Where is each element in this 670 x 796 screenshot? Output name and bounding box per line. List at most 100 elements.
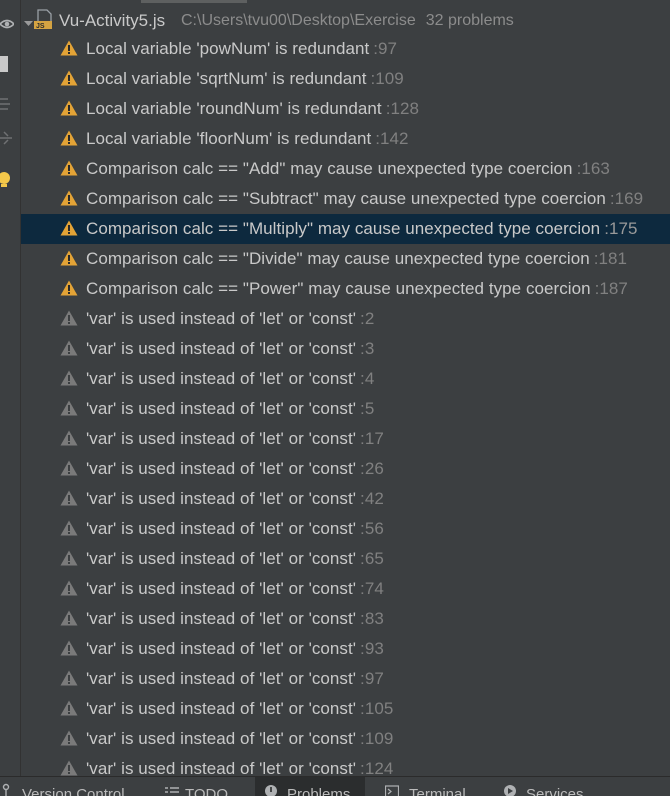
problem-text: Local variable 'powNum' is redundant: [86, 39, 370, 58]
tool-window-tabs: Version Control TODO Problems Terminal S…: [0, 776, 670, 796]
problem-message: 'var' is used instead of 'let' or 'const…: [86, 669, 384, 689]
problem-text: 'var' is used instead of 'let' or 'const…: [86, 699, 357, 718]
tab-version-control[interactable]: Version Control: [2, 777, 152, 796]
line-number: :2: [360, 309, 375, 328]
line-number: :5: [360, 399, 375, 418]
line-number: :93: [360, 639, 384, 658]
problem-row[interactable]: Comparison calc == "Power" may cause une…: [21, 274, 670, 304]
line-number: :163: [576, 159, 610, 178]
tab-todo[interactable]: TODO: [165, 777, 250, 796]
tab-terminal[interactable]: Terminal: [384, 777, 490, 796]
problem-message: 'var' is used instead of 'let' or 'const…: [86, 309, 374, 329]
problem-row[interactable]: 'var' is used instead of 'let' or 'const…: [21, 394, 670, 424]
problem-message: 'var' is used instead of 'let' or 'const…: [86, 609, 384, 629]
problem-row[interactable]: 'var' is used instead of 'let' or 'const…: [21, 544, 670, 574]
problem-message: 'var' is used instead of 'let' or 'const…: [86, 549, 384, 569]
weak-warning-icon: [60, 340, 78, 356]
problem-message: Comparison calc == "Power" may cause une…: [86, 279, 628, 299]
problem-count: 32 problems: [425, 12, 514, 29]
problem-row[interactable]: 'var' is used instead of 'let' or 'const…: [21, 634, 670, 664]
warning-icon: [60, 250, 78, 266]
problem-message: 'var' is used instead of 'let' or 'const…: [86, 339, 374, 359]
problem-row[interactable]: 'var' is used instead of 'let' or 'const…: [21, 364, 670, 394]
problem-row[interactable]: Local variable 'roundNum' is redundant:1…: [21, 94, 670, 124]
problem-text: 'var' is used instead of 'let' or 'const…: [86, 609, 357, 628]
problem-text: Local variable 'floorNum' is redundant: [86, 129, 372, 148]
eye-icon[interactable]: [0, 16, 16, 32]
problem-row[interactable]: 'var' is used instead of 'let' or 'const…: [21, 604, 670, 634]
problem-text: 'var' is used instead of 'let' or 'const…: [86, 459, 357, 478]
problem-row[interactable]: Comparison calc == "Add" may cause unexp…: [21, 154, 670, 184]
warning-icon: [60, 160, 78, 176]
problem-message: 'var' is used instead of 'let' or 'const…: [86, 729, 393, 749]
left-toolbar: [0, 0, 21, 776]
weak-warning-icon: [60, 520, 78, 536]
line-number: :17: [360, 429, 384, 448]
problem-text: Comparison calc == "Add" may cause unexp…: [86, 159, 573, 178]
weak-warning-icon: [60, 430, 78, 446]
file-name: Vu-Activity5.js: [59, 11, 166, 30]
problem-row[interactable]: Comparison calc == "Multiply" may cause …: [21, 214, 670, 244]
tab-problems[interactable]: Problems: [255, 777, 365, 796]
file-path-text: C:\Users\tvu00\Desktop\Exercise: [181, 12, 416, 29]
problem-text: 'var' is used instead of 'let' or 'const…: [86, 729, 357, 748]
horizontal-scrollbar[interactable]: [141, 0, 247, 3]
problem-text: 'var' is used instead of 'let' or 'const…: [86, 669, 357, 688]
problem-row[interactable]: Comparison calc == "Subtract" may cause …: [21, 184, 670, 214]
problem-row[interactable]: Local variable 'powNum' is redundant:97: [21, 34, 670, 64]
line-number: :109: [370, 69, 404, 88]
line-number: :26: [360, 459, 384, 478]
problems-icon: [264, 783, 278, 796]
problem-row[interactable]: 'var' is used instead of 'let' or 'const…: [21, 304, 670, 334]
problem-row[interactable]: 'var' is used instead of 'let' or 'const…: [21, 454, 670, 484]
problem-message: 'var' is used instead of 'let' or 'const…: [86, 579, 384, 599]
problem-text: 'var' is used instead of 'let' or 'const…: [86, 339, 357, 358]
problem-message: Local variable 'powNum' is redundant:97: [86, 39, 397, 59]
problem-row[interactable]: 'var' is used instead of 'let' or 'const…: [21, 664, 670, 694]
problem-message: Comparison calc == "Divide" may cause un…: [86, 249, 627, 269]
problem-row[interactable]: 'var' is used instead of 'let' or 'const…: [21, 724, 670, 754]
problem-text: 'var' is used instead of 'let' or 'const…: [86, 369, 357, 388]
problem-row[interactable]: Local variable 'floorNum' is redundant:1…: [21, 124, 670, 154]
collapse-all-icon[interactable]: [0, 130, 14, 146]
weak-warning-icon: [60, 460, 78, 476]
line-number: :65: [360, 549, 384, 568]
problem-message: 'var' is used instead of 'let' or 'const…: [86, 519, 384, 539]
problem-row[interactable]: 'var' is used instead of 'let' or 'const…: [21, 514, 670, 544]
tab-label: Problems: [287, 786, 351, 796]
line-number: :169: [609, 189, 644, 208]
problem-text: Local variable 'roundNum' is redundant: [86, 99, 382, 118]
problem-row[interactable]: Local variable 'sqrtNum' is redundant:10…: [21, 64, 670, 94]
problem-row[interactable]: 'var' is used instead of 'let' or 'const…: [21, 334, 670, 364]
terminal-icon: [384, 783, 400, 796]
problem-row[interactable]: 'var' is used instead of 'let' or 'const…: [21, 424, 670, 454]
weak-warning-icon: [60, 730, 78, 746]
square-icon[interactable]: [0, 56, 8, 72]
problem-row[interactable]: 'var' is used instead of 'let' or 'const…: [21, 574, 670, 604]
version-control-icon: [2, 783, 16, 796]
weak-warning-icon: [60, 580, 78, 596]
line-number: :181: [593, 249, 627, 268]
tab-services[interactable]: Services: [502, 777, 612, 796]
lightbulb-icon[interactable]: [0, 170, 14, 187]
weak-warning-icon: [60, 610, 78, 626]
problems-tool-window: JS Vu-Activity5.js C:\Users\tvu00\Deskto…: [0, 0, 670, 796]
problem-message: 'var' is used instead of 'let' or 'const…: [86, 369, 374, 389]
problem-row[interactable]: Comparison calc == "Divide" may cause un…: [21, 244, 670, 274]
chevron-down-icon[interactable]: [24, 15, 33, 33]
warning-icon: [60, 220, 78, 236]
svg-text:JS: JS: [36, 23, 45, 30]
line-number: :97: [373, 39, 398, 58]
problem-text: 'var' is used instead of 'let' or 'const…: [86, 639, 357, 658]
expand-all-icon[interactable]: [0, 96, 14, 112]
file-node[interactable]: JS Vu-Activity5.js C:\Users\tvu00\Deskto…: [21, 6, 670, 34]
tab-label: TODO: [185, 786, 229, 796]
problems-tree: JS Vu-Activity5.js C:\Users\tvu00\Deskto…: [21, 0, 670, 778]
problem-row[interactable]: 'var' is used instead of 'let' or 'const…: [21, 694, 670, 724]
tab-label: Services: [526, 786, 584, 796]
problem-row[interactable]: 'var' is used instead of 'let' or 'const…: [21, 484, 670, 514]
problem-message: Comparison calc == "Subtract" may cause …: [86, 189, 643, 209]
line-number: :42: [360, 489, 384, 508]
problem-text: Local variable 'sqrtNum' is redundant: [86, 69, 367, 88]
line-number: :109: [360, 729, 394, 748]
